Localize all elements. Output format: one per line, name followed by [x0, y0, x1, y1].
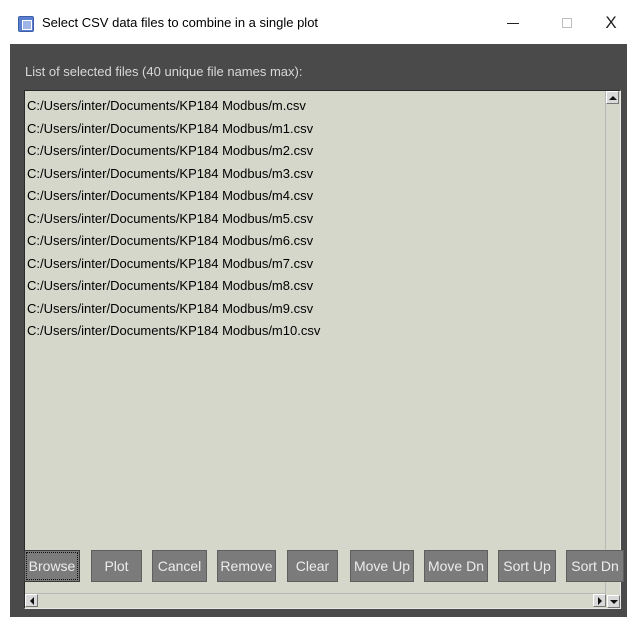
close-icon: X [605, 13, 617, 32]
horizontal-scrollbar[interactable] [25, 593, 606, 608]
list-item[interactable]: C:/Users/inter/Documents/KP184 Modbus/m2… [25, 140, 605, 163]
move-dn-button[interactable]: Move Dn [424, 550, 488, 582]
scroll-left-button[interactable] [25, 594, 38, 607]
list-item[interactable]: C:/Users/inter/Documents/KP184 Modbus/m5… [25, 208, 605, 231]
maximize-icon [562, 18, 572, 28]
file-list-caption: List of selected files (40 unique file n… [25, 64, 303, 79]
list-item[interactable]: C:/Users/inter/Documents/KP184 Modbus/m.… [25, 95, 605, 118]
list-item[interactable]: C:/Users/inter/Documents/KP184 Modbus/m1… [25, 118, 605, 141]
title-bar[interactable]: Select CSV data files to combine in a si… [0, 0, 630, 44]
plot-button[interactable]: Plot [91, 550, 142, 582]
file-listbox[interactable]: C:/Users/inter/Documents/KP184 Modbus/m.… [24, 90, 621, 609]
button-row: Browse Plot Cancel Remove Clear Move Up … [24, 550, 627, 584]
list-item[interactable]: C:/Users/inter/Documents/KP184 Modbus/m4… [25, 185, 605, 208]
scroll-up-button[interactable] [606, 91, 619, 104]
minimize-button[interactable] [490, 8, 536, 38]
scroll-right-button[interactable] [593, 594, 606, 607]
maximize-button[interactable] [544, 8, 590, 38]
app-icon [18, 16, 34, 32]
list-item[interactable]: C:/Users/inter/Documents/KP184 Modbus/m9… [25, 298, 605, 321]
list-item[interactable]: C:/Users/inter/Documents/KP184 Modbus/m1… [25, 320, 605, 343]
dialog-window: Select CSV data files to combine in a si… [0, 0, 630, 617]
browse-button[interactable]: Browse [24, 550, 80, 582]
minimize-icon [507, 22, 519, 24]
clear-button[interactable]: Clear [287, 550, 338, 582]
window-title: Select CSV data files to combine in a si… [42, 15, 319, 30]
vertical-scrollbar[interactable] [605, 91, 620, 593]
arrow-right-icon [597, 596, 602, 605]
list-item[interactable]: C:/Users/inter/Documents/KP184 Modbus/m3… [25, 163, 605, 186]
list-item[interactable]: C:/Users/inter/Documents/KP184 Modbus/m7… [25, 253, 605, 276]
arrow-up-icon [608, 95, 617, 100]
arrow-left-icon [29, 596, 34, 605]
remove-button[interactable]: Remove [217, 550, 276, 582]
sort-dn-button[interactable]: Sort Dn [566, 550, 624, 582]
cancel-button[interactable]: Cancel [152, 550, 207, 582]
arrow-down-icon [609, 599, 618, 604]
list-item[interactable]: C:/Users/inter/Documents/KP184 Modbus/m6… [25, 230, 605, 253]
file-list[interactable]: C:/Users/inter/Documents/KP184 Modbus/m.… [25, 95, 605, 585]
scroll-down-button[interactable] [607, 595, 620, 608]
client-area: List of selected files (40 unique file n… [10, 44, 627, 617]
list-item[interactable]: C:/Users/inter/Documents/KP184 Modbus/m8… [25, 275, 605, 298]
sort-up-button[interactable]: Sort Up [498, 550, 556, 582]
move-up-button[interactable]: Move Up [350, 550, 414, 582]
close-button[interactable]: X [592, 8, 630, 38]
